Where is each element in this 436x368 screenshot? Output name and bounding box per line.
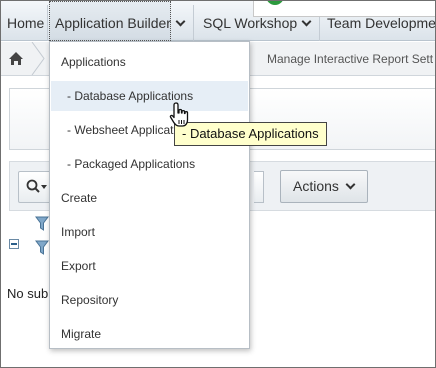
collapse-toggle-icon[interactable] xyxy=(9,239,19,249)
notification-popup xyxy=(253,1,435,17)
menu-item-label: Import xyxy=(61,225,96,239)
menu-item-create[interactable]: Create xyxy=(51,183,248,213)
menu-item-database-applications[interactable]: - Database Applications xyxy=(51,81,248,111)
tab-application-builder-label: Application Builder xyxy=(55,15,171,31)
menu-item-label: - Packaged Applications xyxy=(67,157,196,171)
actions-menu-button[interactable]: Actions xyxy=(280,170,368,203)
home-icon xyxy=(9,52,23,65)
search-go-edge[interactable] xyxy=(254,171,264,203)
browser-viewport: Home Application Builder SQL Workshop Te… xyxy=(0,0,436,368)
success-icon xyxy=(266,1,284,5)
hand-cursor-icon xyxy=(169,102,189,127)
menu-item-label: Repository xyxy=(61,293,119,307)
no-subscriptions-message: No sub xyxy=(7,286,49,301)
menu-item-label: - Websheet Applicat xyxy=(67,123,174,137)
application-builder-menu: Applications - Database Applications - W… xyxy=(49,41,250,349)
filter-icon[interactable] xyxy=(35,239,49,257)
tab-sql-workshop-label: SQL Workshop xyxy=(203,15,298,31)
top-navigation-bar: Home Application Builder SQL Workshop Te… xyxy=(1,1,436,41)
breadcrumb-current[interactable]: Manage Interactive Report Sett xyxy=(267,52,433,66)
menu-item-label: Create xyxy=(61,191,98,205)
menu-item-migrate[interactable]: Migrate xyxy=(51,319,248,349)
breadcrumb-home-button[interactable] xyxy=(1,42,31,75)
actions-label: Actions xyxy=(293,178,339,194)
menu-item-import[interactable]: Import xyxy=(51,217,248,247)
search-icon xyxy=(26,179,47,193)
menu-item-repository[interactable]: Repository xyxy=(51,285,248,315)
menu-item-applications[interactable]: Applications xyxy=(51,47,248,77)
menu-item-export[interactable]: Export xyxy=(51,251,248,281)
chevron-down-icon[interactable] xyxy=(301,16,312,27)
tab-divider xyxy=(193,5,194,41)
filter-icon[interactable] xyxy=(35,215,49,233)
tab-divider xyxy=(47,5,48,41)
menu-item-label: Applications xyxy=(61,55,126,69)
chevron-down-icon xyxy=(345,179,356,190)
tab-application-builder[interactable]: Application Builder xyxy=(49,1,186,41)
chevron-down-icon[interactable] xyxy=(175,16,186,27)
menu-item-packaged-applications[interactable]: - Packaged Applications xyxy=(51,149,248,179)
menu-item-label: Migrate xyxy=(61,327,102,341)
breadcrumb-separator xyxy=(31,42,45,75)
menu-item-label: Export xyxy=(61,259,96,273)
tab-team-development-label: Team Development xyxy=(327,15,436,31)
tab-home[interactable]: Home xyxy=(1,1,47,41)
tab-home-label: Home xyxy=(7,15,45,31)
